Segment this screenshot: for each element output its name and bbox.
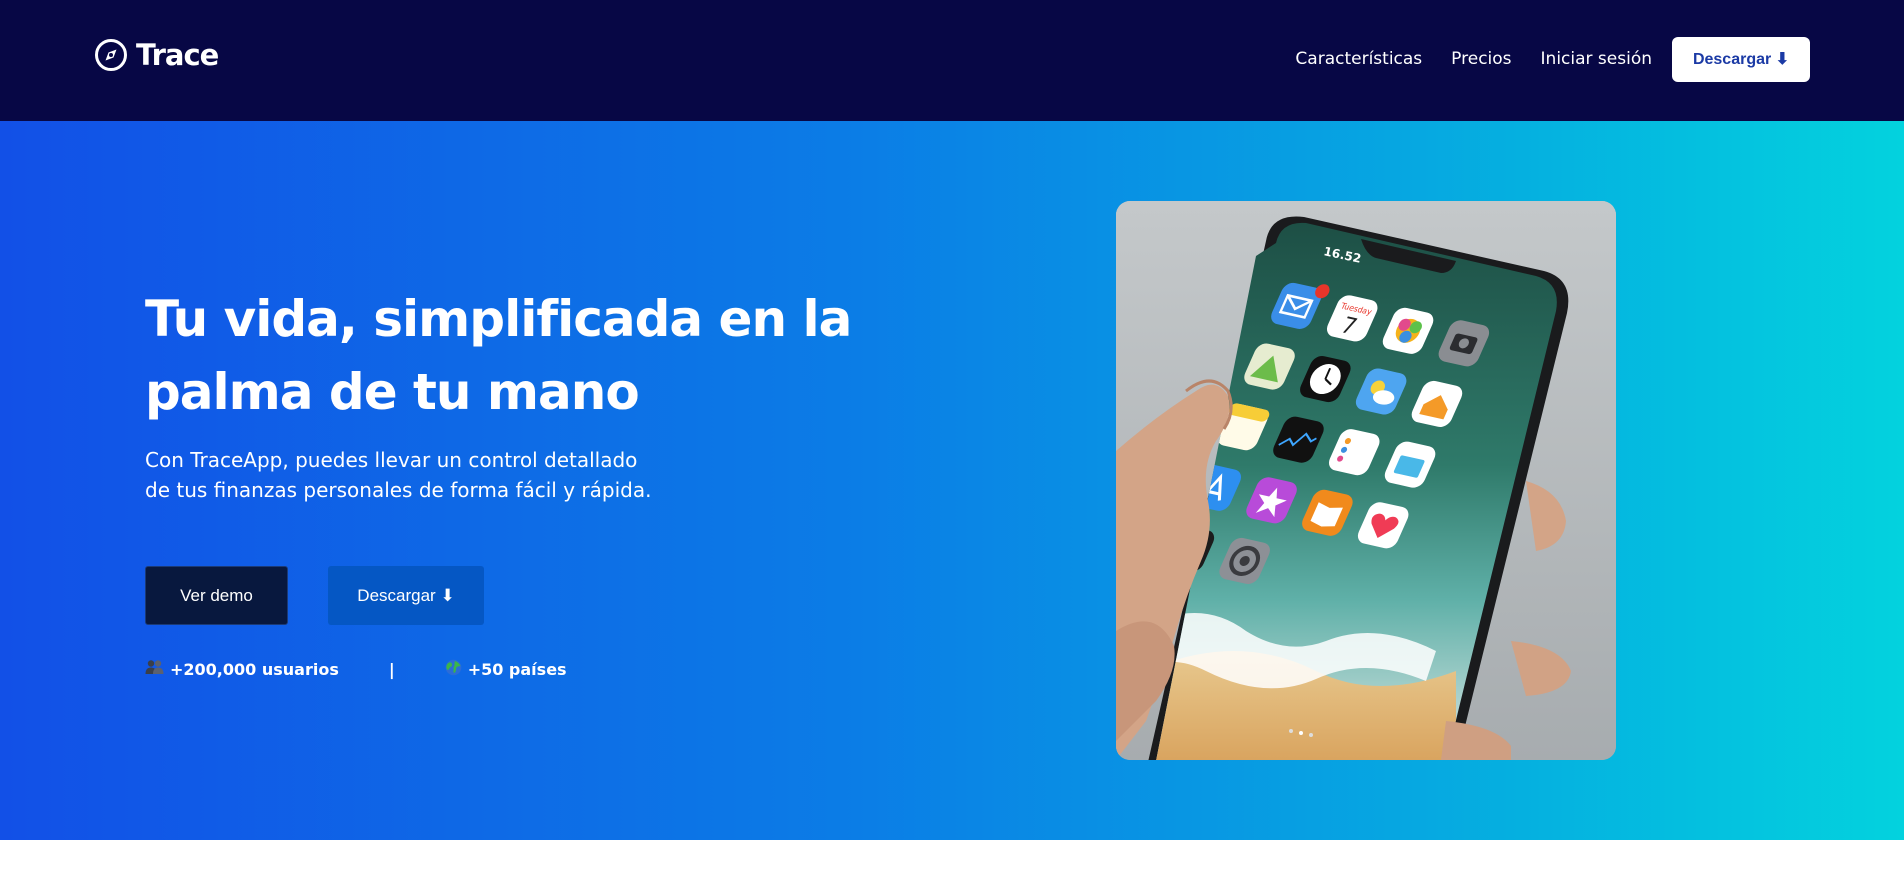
stat-users-label: +200,000 usuarios — [170, 659, 339, 679]
globe-icon — [445, 659, 462, 680]
hero-title: Tu vida, simplificada en la palma de tu … — [145, 290, 852, 421]
stat-countries-label: +50 países — [467, 659, 567, 679]
nav-download-button[interactable]: Descargar ⬇ — [1672, 36, 1810, 82]
demo-button[interactable]: Ver demo — [145, 566, 288, 625]
nav-link-precios[interactable]: Precios — [1451, 49, 1511, 69]
hero-stats: +200,000 usuarios | +50 países — [145, 657, 567, 681]
nav-link-caracteristicas[interactable]: Características — [1295, 49, 1422, 69]
brand-name: Trace — [136, 38, 219, 72]
navbar: Trace Características Precios Iniciar se… — [0, 0, 1904, 121]
phone-hero-image: Tuesday 7 16.52 — [1116, 201, 1616, 760]
brand-logo[interactable]: Trace — [94, 38, 219, 72]
users-icon — [145, 659, 164, 679]
nav-link-iniciar-sesion[interactable]: Iniciar sesión — [1541, 49, 1652, 69]
compass-icon — [94, 38, 128, 72]
hero-subtitle: Con TraceApp, puedes llevar un control d… — [145, 448, 652, 502]
hero-section: Tu vida, simplificada en la palma de tu … — [0, 121, 1904, 840]
stat-countries: +50 países — [445, 659, 567, 680]
download-button[interactable]: Descargar ⬇ — [328, 566, 484, 625]
nav-links: Características Precios Iniciar sesión D… — [1295, 36, 1810, 82]
stat-users: +200,000 usuarios — [145, 659, 339, 679]
stat-separator: | — [388, 659, 395, 679]
